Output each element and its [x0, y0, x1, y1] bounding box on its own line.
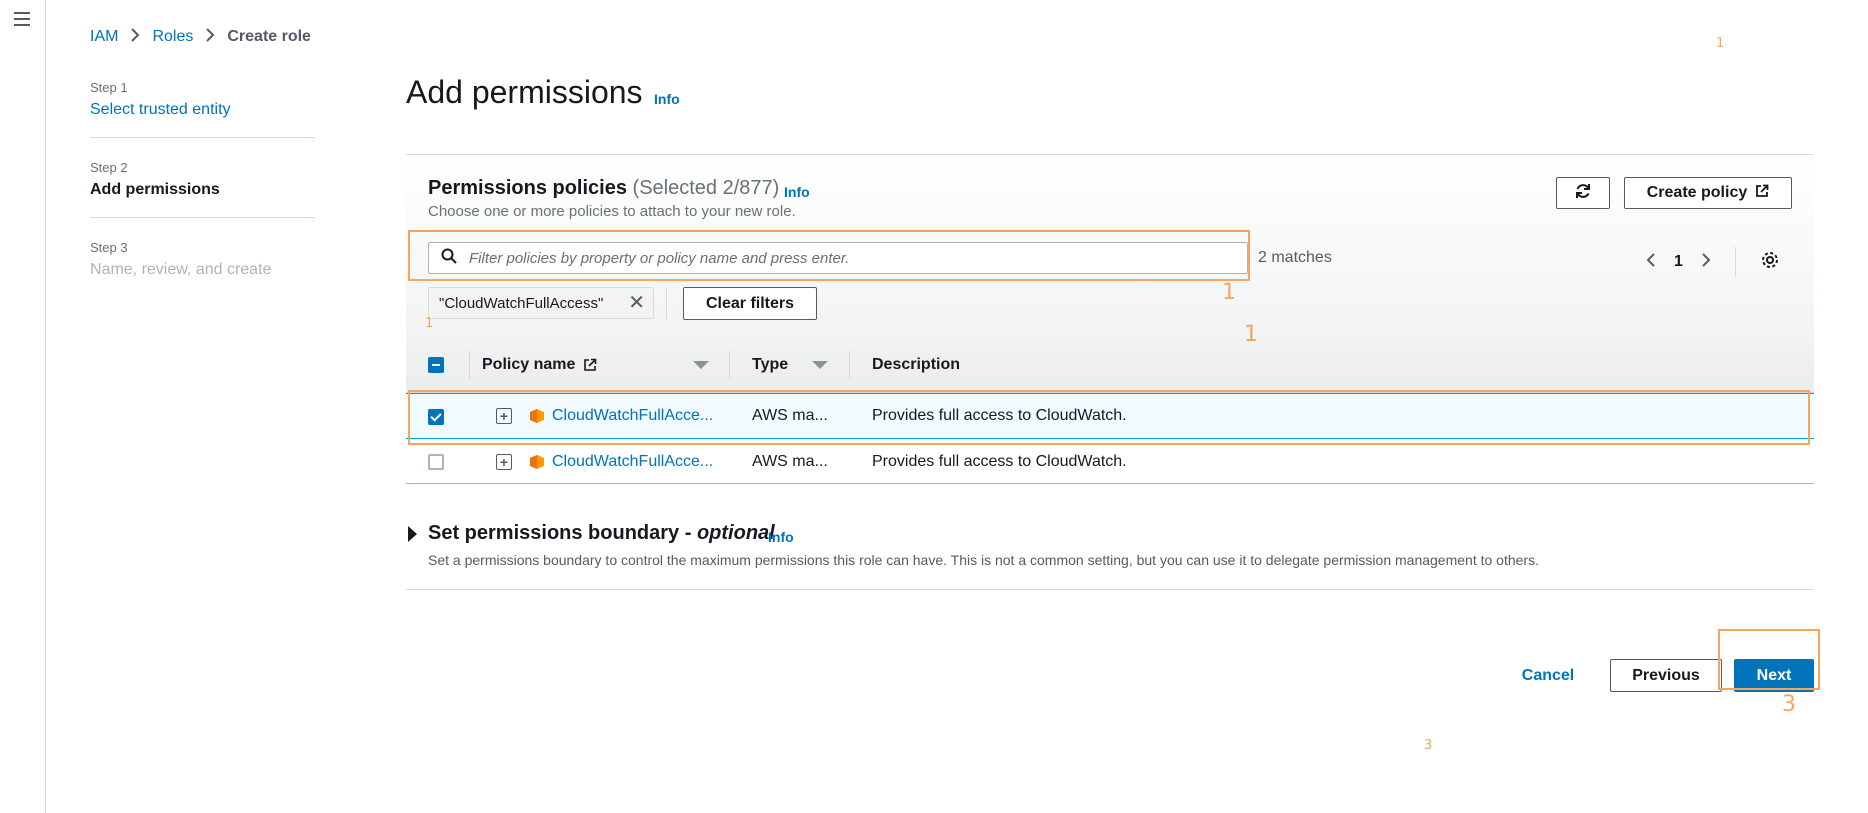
annotation-number: 1 [1716, 36, 1725, 51]
boundary-optional: optional [696, 522, 775, 544]
page-info-link[interactable]: Info [654, 91, 680, 107]
row-checkbox[interactable] [428, 409, 444, 425]
column-divider [729, 351, 730, 379]
sort-icon[interactable] [812, 361, 829, 369]
panel-header: Permissions policies (Selected 2/877) In… [406, 155, 1814, 337]
create-policy-label: Create policy [1646, 184, 1748, 201]
previous-button[interactable]: Previous [1610, 659, 1722, 692]
column-description: Description [872, 337, 960, 393]
boundary-title-text: Set permissions boundary - [428, 522, 697, 544]
step-2: Step 2 Add permissions [90, 160, 315, 218]
row-checkbox[interactable] [428, 454, 444, 470]
refresh-button[interactable] [1556, 177, 1610, 209]
policies-title-text: Permissions policies [428, 177, 627, 199]
expand-icon[interactable]: + [496, 408, 512, 424]
policy-type: AWS ma... [752, 407, 828, 424]
column-divider [469, 351, 470, 379]
create-policy-button[interactable]: Create policy [1624, 177, 1792, 209]
step-2-current: Add permissions [90, 181, 220, 198]
pagination: 1 [1646, 247, 1780, 277]
column-policy-name-label: Policy name [482, 356, 576, 373]
policy-name-link[interactable]: CloudWatchFullAcce... [552, 453, 713, 471]
annotation-number: 3 [1424, 738, 1433, 753]
table-row[interactable]: + CloudWatchFullAcce... AWS ma... Provid… [406, 439, 1814, 485]
step-1-link[interactable]: Select trusted entity [90, 101, 315, 119]
breadcrumb-current: Create role [227, 27, 311, 45]
sort-icon[interactable] [693, 361, 710, 369]
permissions-policies-panel: Permissions policies (Selected 2/877) In… [406, 154, 1814, 484]
step-number: Step 1 [90, 80, 128, 95]
policies-info-link[interactable]: Info [784, 184, 810, 200]
clear-filters-button[interactable]: Clear filters [683, 287, 817, 320]
cancel-button[interactable]: Cancel [1510, 660, 1586, 692]
page-number[interactable]: 1 [1674, 253, 1683, 271]
filter-divider [666, 287, 667, 319]
policy-description: Provides full access to CloudWatch. [872, 407, 1127, 424]
close-icon[interactable]: ✕ [628, 293, 645, 313]
step-number: Step 2 [90, 160, 128, 175]
annotation-number: 1 [425, 316, 434, 331]
search-input[interactable] [469, 249, 1229, 267]
column-policy-name[interactable]: Policy name [482, 337, 710, 393]
step-3: Step 3 Name, review, and create [90, 240, 315, 297]
boundary-info-link[interactable]: Info [768, 529, 794, 545]
expand-icon[interactable]: + [496, 454, 512, 470]
aws-managed-policy-icon [529, 454, 545, 470]
policies-selected-count: (Selected 2/877) [632, 177, 780, 199]
filter-token: "CloudWatchFullAccess" ✕ [428, 287, 654, 319]
column-description-label: Description [872, 356, 961, 373]
hamburger-menu-icon[interactable] [14, 12, 30, 26]
pager-divider [1734, 247, 1736, 277]
boundary-title[interactable]: Set permissions boundary - optional [428, 522, 775, 545]
matches-count: 2 matches [1258, 249, 1332, 266]
boundary-description: Set a permissions boundary to control th… [428, 552, 1539, 568]
annotation-number: 1 [1244, 322, 1258, 347]
chevron-left-icon[interactable] [1646, 252, 1656, 273]
policy-search-field[interactable] [428, 242, 1248, 274]
select-all-cell [428, 337, 444, 393]
refresh-icon [1574, 182, 1592, 205]
table-header: Policy name Type Description [406, 337, 1814, 393]
breadcrumb: IAM Roles Create role [90, 27, 311, 46]
breadcrumb-roles[interactable]: Roles [152, 28, 193, 46]
annotation-number: 1 [1222, 280, 1236, 305]
chevron-right-icon [130, 27, 140, 46]
wizard-steps: Step 1 Select trusted entity Step 2 Add … [90, 80, 315, 319]
external-link-icon [1755, 184, 1769, 203]
select-all-checkbox[interactable] [428, 357, 444, 373]
chevron-right-icon[interactable] [1701, 252, 1711, 273]
annotation-number: 3 [1782, 692, 1796, 717]
filter-token-text: "CloudWatchFullAccess" [439, 294, 604, 312]
search-icon [441, 248, 457, 269]
step-3-disabled: Name, review, and create [90, 261, 272, 278]
chevron-right-icon [205, 27, 215, 46]
policies-description: Choose one or more policies to attach to… [428, 203, 796, 220]
next-button[interactable]: Next [1734, 659, 1814, 692]
permissions-boundary-section: Set permissions boundary - optional Info… [406, 520, 1814, 590]
step-number: Step 3 [90, 240, 128, 255]
column-divider [849, 351, 850, 379]
gear-icon[interactable] [1760, 250, 1780, 275]
column-type-label: Type [752, 356, 789, 373]
row-checkbox-cell [428, 409, 444, 425]
step-1: Step 1 Select trusted entity [90, 80, 315, 138]
policies-title: Permissions policies (Selected 2/877) [428, 177, 779, 200]
row-checkbox-cell [428, 454, 444, 470]
caret-right-icon[interactable] [408, 526, 417, 542]
page-title: Add permissions [406, 74, 643, 110]
policy-name-link[interactable]: CloudWatchFullAcce... [552, 407, 713, 425]
breadcrumb-iam[interactable]: IAM [90, 28, 118, 46]
aws-managed-policy-icon [529, 408, 545, 424]
external-link-icon [583, 358, 597, 372]
table-row[interactable]: + CloudWatchFullAcce... AWS ma... Provid… [406, 393, 1814, 439]
column-type[interactable]: Type [752, 337, 829, 393]
policy-description: Provides full access to CloudWatch. [872, 453, 1127, 470]
side-rail [0, 0, 46, 813]
policy-type: AWS ma... [752, 453, 828, 470]
